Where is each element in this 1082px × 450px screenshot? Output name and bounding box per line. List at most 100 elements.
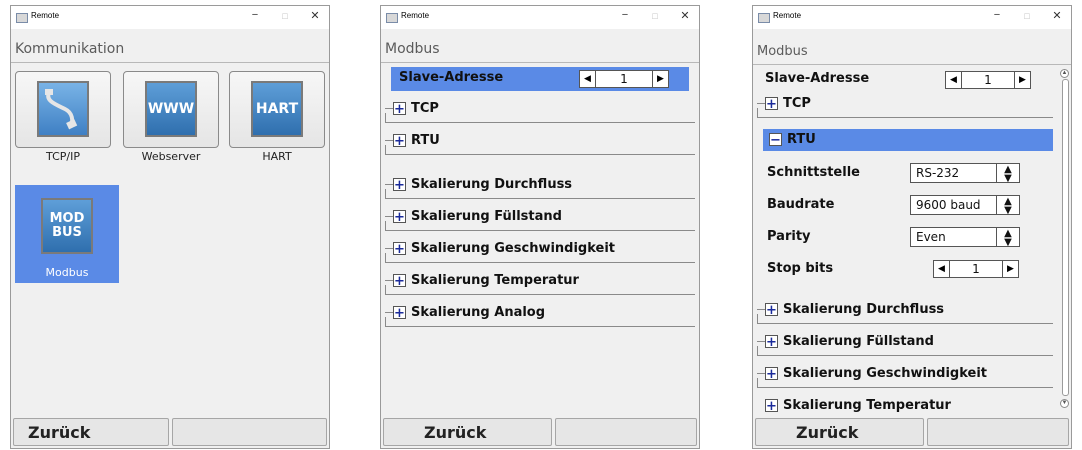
slave-address-value: 1 [596,70,652,88]
stop-bits-stepper[interactable]: ◀ 1 ▶ [933,260,1019,278]
group-tcp[interactable]: + TCP [385,98,695,123]
expand-icon[interactable]: + [393,178,406,192]
client-area: Modbus Slave-Adresse ◀ 1 ▶ + TCP + RTU +… [381,29,699,448]
divider [753,64,1071,65]
group-skalierung-geschwindigkeit[interactable]: + Skalierung Geschwindigkeit [385,238,695,263]
expand-icon[interactable]: + [393,210,406,224]
increment-icon[interactable]: ▶ [1014,71,1031,89]
maximize-button[interactable]: □ [1021,9,1033,22]
parity-row: Parity Even ▲ ▼ [765,225,1053,249]
group-skalierung-temperatur[interactable]: + Skalierung Temperatur [757,395,1053,419]
decrement-icon[interactable]: ◀ [933,260,950,278]
slave-address-stepper[interactable]: ◀ 1 ▶ [579,70,669,88]
slave-address-value: 1 [962,71,1014,89]
slave-address-row[interactable]: Slave-Adresse ◀ 1 ▶ [763,68,1053,92]
tile-webserver[interactable]: WWW Webserver [123,71,219,163]
increment-icon[interactable]: ▶ [652,70,669,88]
expand-icon[interactable]: + [393,242,406,256]
back-button[interactable]: Zurück [383,418,552,446]
tile-frame: HART [229,71,325,148]
expand-icon[interactable]: + [393,134,406,148]
icon-text: HART [255,101,299,117]
updown-arrows-icon[interactable]: ▲ ▼ [996,164,1019,184]
footer-empty-button[interactable] [554,418,697,446]
group-skalierung-analog[interactable]: + Skalierung Analog [385,302,695,327]
close-button[interactable]: ✕ [1051,9,1063,22]
group-label: Skalierung Geschwindigkeit [411,241,616,256]
group-skalierung-fuellstand[interactable]: + Skalierung Füllstand [385,206,695,231]
tile-hart[interactable]: HART HART [229,71,325,163]
close-button[interactable]: ✕ [309,9,321,22]
footer-empty-button[interactable] [926,418,1069,446]
group-label: Skalierung Füllstand [783,334,934,349]
maximize-button[interactable]: □ [649,9,661,22]
schnittstelle-select[interactable]: RS-232 ▲ ▼ [910,163,1020,184]
field-label: Stop bits [767,261,834,276]
app-icon [16,13,28,23]
scroll-down-icon[interactable]: ▼ [1060,399,1069,408]
tile-label: Webserver [141,150,201,163]
updown-arrows-icon[interactable]: ▲ ▼ [996,228,1019,248]
decrement-icon[interactable]: ◀ [945,71,962,89]
window-title: Remote [31,11,60,20]
back-button[interactable]: Zurück [13,418,169,446]
slave-address-label: Slave-Adresse [765,71,870,86]
group-rtu[interactable]: + RTU [385,130,695,155]
tile-modbus[interactable]: MOD BUS Modbus [15,185,119,283]
expand-icon[interactable]: + [765,303,778,317]
tile-label: Modbus [45,266,89,279]
group-rtu-expanded[interactable]: − RTU [763,129,1053,151]
scroll-up-icon[interactable]: ▲ [1060,69,1069,78]
group-skalierung-durchfluss[interactable]: + Skalierung Durchfluss [385,174,695,199]
group-skalierung-fuellstand[interactable]: + Skalierung Füllstand [757,331,1053,356]
group-label: Skalierung Durchfluss [783,302,945,317]
divider [381,62,699,63]
baudrate-select[interactable]: 9600 baud ▲ ▼ [910,195,1020,216]
title-bar: Remote − □ ✕ [11,6,329,29]
title-bar: Remote − □ ✕ [381,6,699,29]
group-label: TCP [783,96,811,111]
expand-icon[interactable]: + [393,274,406,288]
expand-icon[interactable]: + [765,399,778,413]
maximize-button[interactable]: □ [279,9,291,22]
scroll-thumb[interactable] [1062,79,1069,396]
parity-select[interactable]: Even ▲ ▼ [910,227,1020,248]
remote-window-modbus: Remote − □ ✕ Modbus Slave-Adresse ◀ 1 ▶ … [380,5,700,449]
group-skalierung-geschwindigkeit[interactable]: + Skalierung Geschwindigkeit [757,363,1053,388]
remote-window-kommunikation: Remote − □ ✕ Kommunikation TCP/IP WWW We… [10,5,330,449]
divider [11,62,329,63]
expand-icon[interactable]: + [765,367,778,381]
group-tcp[interactable]: + TCP [757,93,1053,118]
field-label: Schnittstelle [767,165,860,180]
expand-icon[interactable]: + [393,306,406,320]
expand-icon[interactable]: + [765,97,778,111]
network-cable-icon [37,81,89,137]
group-label: Skalierung Analog [411,305,546,320]
tile-label: HART [262,150,292,163]
minimize-button[interactable]: − [991,9,1003,22]
minimize-button[interactable]: − [619,9,631,22]
collapse-icon[interactable]: − [769,133,782,147]
minimize-button[interactable]: − [249,9,261,22]
close-button[interactable]: ✕ [679,9,691,22]
decrement-icon[interactable]: ◀ [579,70,596,88]
expand-icon[interactable]: + [765,335,778,349]
select-value: 9600 baud [916,198,981,212]
icon-text: WWW [147,101,195,117]
back-button[interactable]: Zurück [755,418,924,446]
group-label: RTU [411,133,440,148]
group-skalierung-durchfluss[interactable]: + Skalierung Durchfluss [757,299,1053,324]
group-skalierung-temperatur[interactable]: + Skalierung Temperatur [385,270,695,295]
increment-icon[interactable]: ▶ [1002,260,1019,278]
vertical-scrollbar[interactable]: ▲ ▼ [1060,69,1069,408]
expand-icon[interactable]: + [393,102,406,116]
footer-bar: Zurück [13,418,327,446]
group-label: Skalierung Geschwindigkeit [783,366,988,381]
slave-address-stepper[interactable]: ◀ 1 ▶ [945,71,1031,89]
footer-empty-button[interactable] [171,418,327,446]
updown-arrows-icon[interactable]: ▲ ▼ [996,196,1019,216]
slave-address-row[interactable]: Slave-Adresse ◀ 1 ▶ [391,67,689,91]
client-area: Kommunikation TCP/IP WWW Webserver HART … [11,29,329,448]
select-value: Even [916,230,946,244]
tile-tcpip[interactable]: TCP/IP [15,71,111,163]
